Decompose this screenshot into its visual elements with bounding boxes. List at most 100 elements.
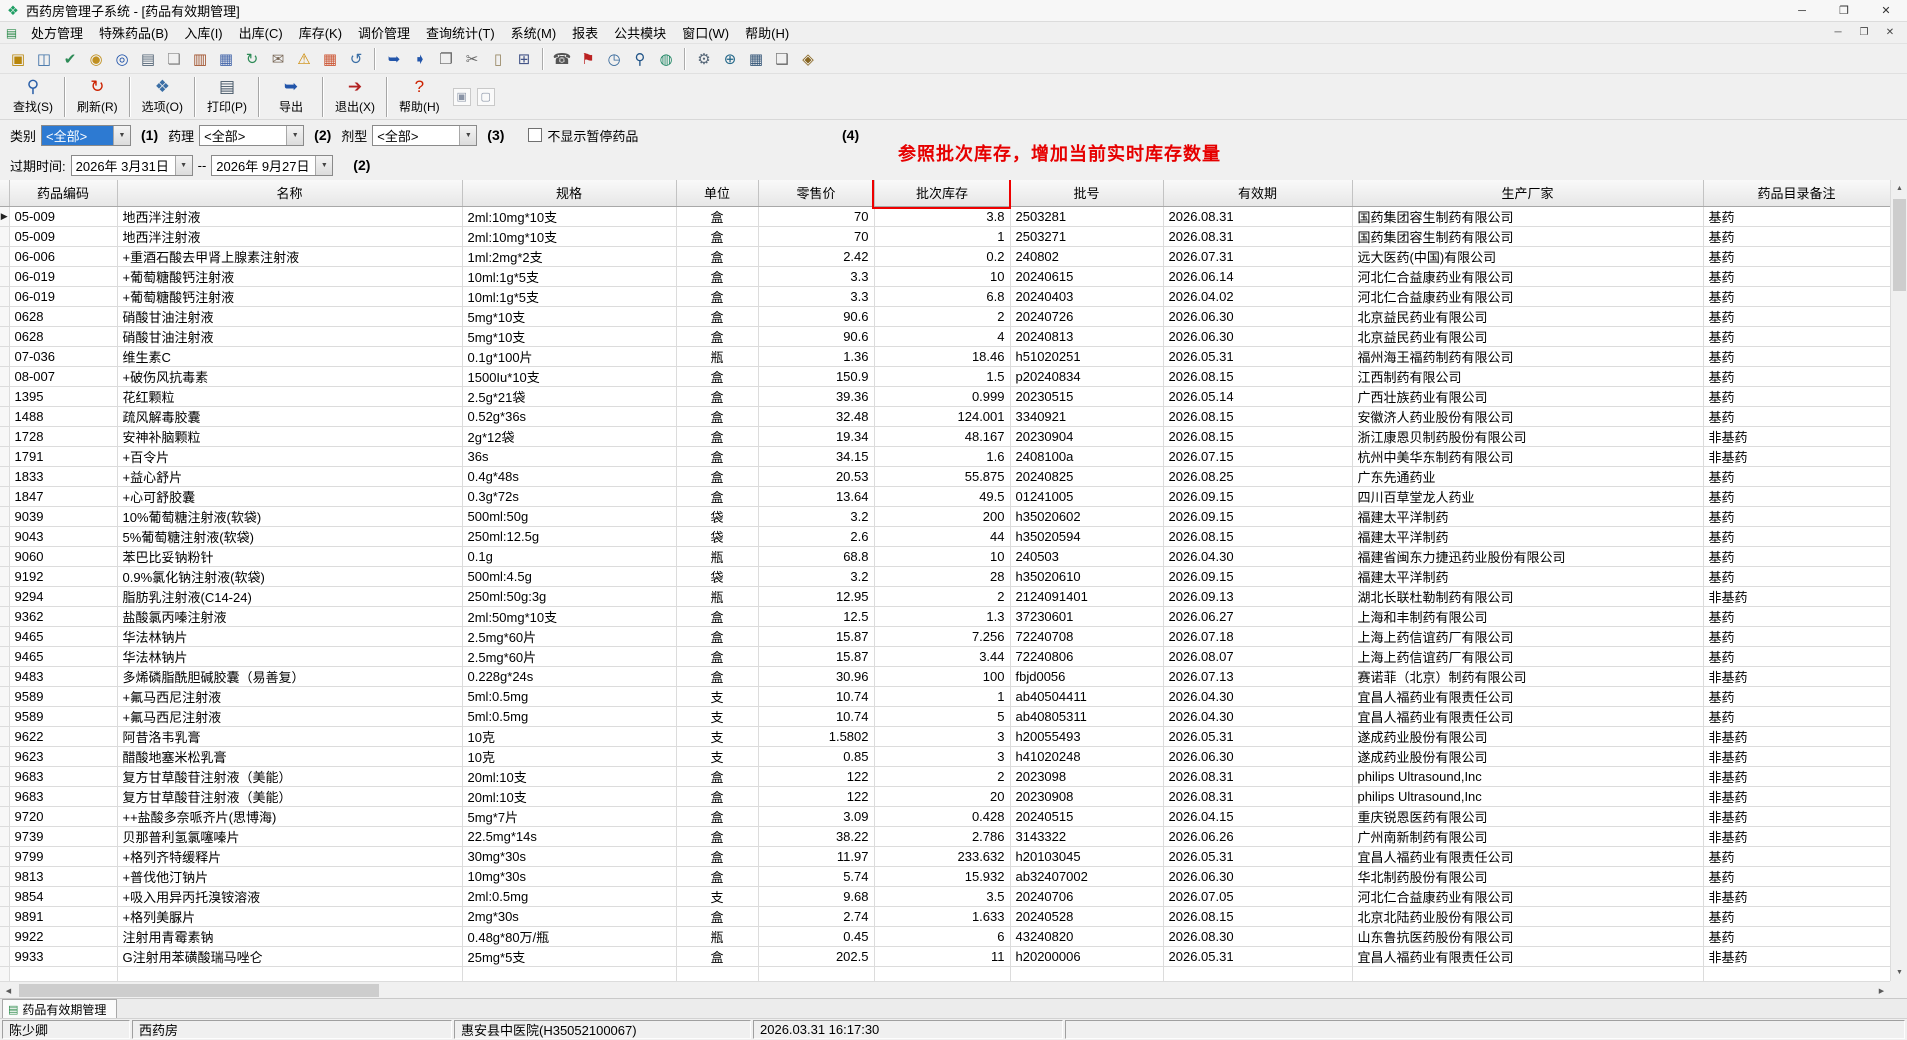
flag-icon[interactable]: ⚑ [576, 47, 600, 71]
child-restore-button[interactable]: ❐ [1851, 24, 1877, 42]
menu-item[interactable]: 系统(M) [503, 21, 565, 44]
table-row[interactable]: 1791 +百令片 36s 盒 34.15 1.6 2408100a 2026.07.15 杭州… [0, 446, 1890, 467]
scroll-right-icon[interactable]: ▶ [1873, 982, 1890, 998]
settings-icon[interactable]: ⚙ [692, 47, 716, 71]
table-row[interactable]: 9465 华法林钠片 2.5mg*60片盒 15.87 7.256 72240708 202… [0, 626, 1890, 647]
calendar-icon[interactable]: ▦ [318, 47, 342, 71]
lock-icon[interactable]: ◈ [796, 47, 820, 71]
import-icon[interactable]: ➧ [408, 47, 432, 71]
refresh-button[interactable]: ↻ 刷新(R) [70, 75, 125, 119]
column-header[interactable]: 批次库存 [874, 180, 1011, 207]
table-row[interactable]: 05-009 地西泮注射液 2ml:10mg*10支盒 70 1 2503271 2026.… [0, 226, 1890, 247]
table-row[interactable]: 9720 ++盐酸多奈哌齐片(思博海) 5mg*7片盒 3.09 0.428 202405… [0, 806, 1890, 827]
scroll-left-icon[interactable]: ◀ [0, 982, 17, 998]
table-row[interactable]: 1395 花红颗粒 2.5g*21袋盒 39.36 0.999 20230515 2026.… [0, 386, 1890, 407]
menu-item[interactable]: 窗口(W) [674, 21, 737, 44]
globe-icon[interactable]: ◍ [654, 47, 678, 71]
column-header[interactable]: 批号 [1010, 180, 1164, 207]
menu-item[interactable]: 帮助(H) [737, 21, 797, 44]
table-row[interactable]: 9813 +普伐他汀钠片 10mg*30s 盒 5.74 15.932 ab32407002… [0, 866, 1890, 887]
alert-icon[interactable]: ⚠ [292, 47, 316, 71]
table-row[interactable]: 0628 硝酸甘油注射液 5mg*10支盒 90.6 4 20240813 2026.06.… [0, 326, 1890, 347]
table-row[interactable]: 06-019 +葡萄糖酸钙注射液 10ml:1g*5支盒 3.3 10 20240615 2… [0, 266, 1890, 287]
scroll-down-icon[interactable]: ▼ [1891, 964, 1907, 981]
table-row[interactable]: 0628 硝酸甘油注射液 5mg*10支盒 90.6 2 20240726 2026.06.… [0, 306, 1890, 327]
table-row[interactable]: 9683 复方甘草酸苷注射液（美能） 20ml:10支盒 122 2 2023098 202… [0, 766, 1890, 787]
grid-icon[interactable]: ▦ [744, 47, 768, 71]
tab-drug-expiry[interactable]: ▤ 药品有效期管理 [2, 999, 118, 1018]
undo-icon[interactable]: ↺ [344, 47, 368, 71]
export-button[interactable]: ➥ 导出 [264, 75, 318, 119]
column-header[interactable]: 有效期 [1163, 180, 1353, 207]
table-row[interactable]: 9739 贝那普利氢氯噻嗪片 22.5mg*14s 盒 38.22 2.786 314332… [0, 826, 1890, 847]
minimize-button[interactable]: ─ [1781, 0, 1823, 21]
column-header[interactable]: 生产厂家 [1352, 180, 1704, 207]
clock-icon[interactable]: ◷ [602, 47, 626, 71]
table-row[interactable]: 1488 疏风解毒胶囊 0.52g*36s 盒 32.48 124.001 3340921 2… [0, 406, 1890, 427]
menu-item[interactable]: 处方管理 [23, 21, 91, 44]
column-header[interactable]: 药品目录备注 [1703, 180, 1890, 207]
print-button[interactable]: ▤ 打印(P) [200, 75, 254, 119]
help-button[interactable]: ? 帮助(H) [392, 75, 447, 119]
cut-icon[interactable]: ✂ [460, 47, 484, 71]
maximize-button[interactable]: ❐ [1823, 0, 1865, 21]
print-icon[interactable]: ▤ [136, 47, 160, 71]
dosage-select[interactable]: <全部> ▼ [372, 124, 478, 146]
exit-button[interactable]: ➔ 退出(X) [328, 75, 382, 119]
export-icon[interactable]: ➥ [382, 47, 406, 71]
menu-item[interactable]: 公共模块 [606, 21, 674, 44]
calculator-icon[interactable]: ⊞ [512, 47, 536, 71]
category-select[interactable]: <全部> ▼ [41, 124, 132, 146]
vertical-scrollbar[interactable]: ▲ ▼ [1890, 180, 1907, 981]
paste-icon[interactable]: ▯ [486, 47, 510, 71]
column-header[interactable]: 零售价 [758, 180, 875, 207]
column-header[interactable]: 规格 [462, 180, 677, 207]
table-row[interactable]: 9891 +格列美脲片 2mg*30s 盒 2.74 1.633 20240528 2026.… [0, 906, 1890, 927]
table-row[interactable]: 9465 华法林钠片 2.5mg*60片盒 15.87 3.44 72240806 2026… [0, 646, 1890, 667]
column-header[interactable]: 药品编码 [9, 180, 118, 207]
open-icon[interactable]: ▣ [6, 47, 30, 71]
table-row[interactable]: 9683 复方甘草酸苷注射液（美能） 20ml:10支盒 122 20 20230908 2… [0, 786, 1890, 807]
horizontal-scroll-thumb[interactable] [19, 984, 379, 997]
column-header[interactable]: 单位 [676, 180, 759, 207]
zoom-icon[interactable]: ⊕ [718, 47, 742, 71]
document-icon[interactable]: ❏ [162, 47, 186, 71]
table-row[interactable]: 9039 10%葡萄糖注射液(软袋) 500ml:50g 袋 3.2 200 h350206… [0, 506, 1890, 527]
table-row[interactable]: ▶ 05-009 地西泮注射液 2ml:10mg*10支盒 70 3.8 2503281 20… [0, 206, 1890, 227]
table-row[interactable]: 9854 +吸入用异丙托溴铵溶液 2ml:0.5mg 支 9.68 3.5 20240706… [0, 886, 1890, 907]
table-row[interactable]: 9192 0.9%氯化钠注射液(软袋) 500ml:4.5g 袋 3.2 28 h35020… [0, 566, 1890, 587]
vertical-scroll-thumb[interactable] [1893, 199, 1906, 291]
menu-item[interactable]: 查询统计(T) [418, 21, 503, 44]
child-close-button[interactable]: ✕ [1877, 24, 1903, 42]
menu-item[interactable]: 特殊药品(B) [91, 21, 176, 44]
table-row[interactable]: 9589 +氟马西尼注射液 5ml:0.5mg 支 10.74 1 ab40504411 20… [0, 686, 1890, 707]
save-icon[interactable]: ◫ [32, 47, 56, 71]
table-row[interactable]: 07-036 维生素C 0.1g*100片瓶 1.36 18.46 h51020251 20… [0, 346, 1890, 367]
options-button[interactable]: ❖ 选项(O) [135, 75, 190, 119]
approve-icon[interactable]: ✔ [58, 47, 82, 71]
table-row[interactable]: 9294 脂肪乳注射液(C14-24) 250ml:50g:3g 瓶 12.95 2 212… [0, 586, 1890, 607]
layers-icon[interactable]: ❑ [770, 47, 794, 71]
date-from-picker[interactable]: 2026年 3月31日 ▼ [70, 154, 193, 176]
money-icon[interactable]: ◉ [84, 47, 108, 71]
mail-icon[interactable]: ✉ [266, 47, 290, 71]
child-minimize-button[interactable]: ─ [1825, 24, 1851, 42]
table-row[interactable]: 1847 +心可舒胶囊 0.3g*72s 盒 13.64 49.5 01241005 2026… [0, 486, 1890, 507]
table-row[interactable]: 9922 注射用青霉素钠 0.48g*80万/瓶瓶 0.45 6 43240820 2026… [0, 926, 1890, 947]
table-row[interactable]: 9933 G注射用苯磺酸瑞马唑仑 25mg*5支盒 202.5 11 h20200006 2… [0, 946, 1890, 967]
scroll-up-icon[interactable]: ▲ [1891, 180, 1907, 197]
horizontal-scrollbar[interactable]: ◀ ▶ [0, 981, 1890, 998]
close-button[interactable]: ✕ [1865, 0, 1907, 21]
menu-item[interactable]: 出库(C) [231, 21, 291, 44]
find-button[interactable]: ⚲ 查找(S) [6, 75, 60, 119]
table-row[interactable]: 9060 苯巴比妥钠粉针 0.1g 瓶 68.8 10 240503 2026.04.30 福建… [0, 546, 1890, 567]
table-row[interactable]: 9799 +格列齐特缓释片 30mg*30s 盒 11.97 233.632 h201030… [0, 846, 1890, 867]
table-row[interactable]: 1728 安神补脑颗粒 2g*12袋盒 19.34 48.167 20230904 2026… [0, 426, 1890, 447]
search-icon[interactable]: ⚲ [628, 47, 652, 71]
table-row[interactable]: 9362 盐酸氯丙嗪注射液 2ml:50mg*10支盒 12.5 1.3 37230601… [0, 606, 1890, 627]
pharmacology-select[interactable]: <全部> ▼ [199, 124, 305, 146]
table-row[interactable]: 9483 多烯磷脂酰胆碱胶囊（易善复） 0.228g*24s 盒 30.96 100 fbj… [0, 666, 1890, 687]
table-row[interactable]: 1833 +益心舒片 0.4g*48s 盒 20.53 55.875 20240825 202… [0, 466, 1890, 487]
copy-icon[interactable]: ❐ [434, 47, 458, 71]
table-row[interactable]: 9623 醋酸地塞米松乳膏 10克支 0.85 3 h41020248 2026.06.30… [0, 746, 1890, 767]
